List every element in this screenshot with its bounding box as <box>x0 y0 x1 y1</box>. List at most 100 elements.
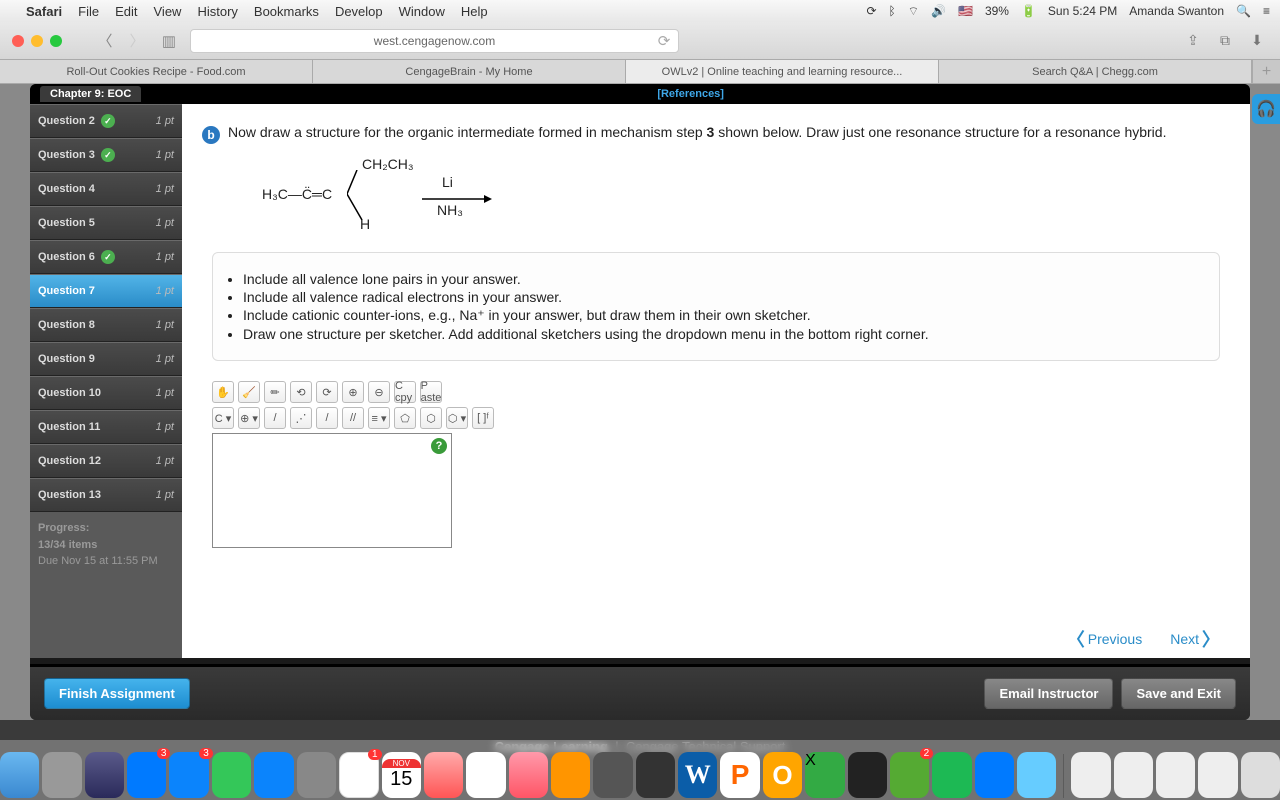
sketcher-tool[interactable]: P aste <box>420 381 442 403</box>
tabs-icon[interactable]: ⧉ <box>1214 30 1236 52</box>
sidebar-item-question-13[interactable]: Question 131 pt <box>30 478 182 512</box>
menu-bookmarks[interactable]: Bookmarks <box>254 4 319 19</box>
email-instructor-button[interactable]: Email Instructor <box>984 678 1113 709</box>
volume-icon[interactable]: 🔊 <box>931 4 946 18</box>
sidebar-item-question-6[interactable]: Question 6✓1 pt <box>30 240 182 274</box>
zoom-icon[interactable] <box>50 35 62 47</box>
sidebar-item-question-12[interactable]: Question 121 pt <box>30 444 182 478</box>
dock-settings-icon[interactable] <box>636 752 675 798</box>
sketcher-tool[interactable]: [ ]ᶠ <box>472 407 494 429</box>
tab-0[interactable]: Roll-Out Cookies Recipe - Food.com <box>0 60 313 83</box>
dock-ibooks-icon[interactable] <box>551 752 590 798</box>
sketcher-canvas[interactable]: ? <box>212 433 452 548</box>
clock[interactable]: Sun 5:24 PM <box>1048 4 1117 18</box>
tab-1[interactable]: CengageBrain - My Home <box>313 60 626 83</box>
menu-edit[interactable]: Edit <box>115 4 137 19</box>
sketcher-tool[interactable]: // <box>342 407 364 429</box>
dock-app2-icon[interactable] <box>593 752 632 798</box>
menu-icon[interactable]: ≡ <box>1263 4 1270 18</box>
sketcher-tool[interactable]: 🧹 <box>238 381 260 403</box>
new-tab-button[interactable]: + <box>1252 60 1280 83</box>
dock-mail-icon[interactable]: 1 <box>339 752 379 798</box>
sketcher-tool[interactable]: ⟳ <box>316 381 338 403</box>
dock-appstore2-icon[interactable] <box>975 752 1014 798</box>
support-headset-icon[interactable]: 🎧 <box>1252 94 1280 124</box>
previous-button[interactable]: 〈Previous <box>1067 626 1142 652</box>
sketcher-tool[interactable]: ⋰ <box>290 407 312 429</box>
dock-excel-icon[interactable]: X <box>805 752 844 798</box>
tab-3[interactable]: Search Q&A | Chegg.com <box>939 60 1252 83</box>
dock-calendar-icon[interactable]: NOV15 <box>382 752 421 798</box>
sidebar-item-question-5[interactable]: Question 51 pt <box>30 206 182 240</box>
sketcher-tool[interactable]: ⬠ <box>394 407 416 429</box>
references-link[interactable]: [References] <box>657 88 724 100</box>
close-icon[interactable] <box>12 35 24 47</box>
sidebar-item-question-4[interactable]: Question 41 pt <box>30 172 182 206</box>
share-icon[interactable]: ⇪ <box>1182 30 1204 52</box>
dock-messages-icon[interactable] <box>254 752 293 798</box>
app-name[interactable]: Safari <box>26 4 62 19</box>
sketcher-tool[interactable]: ✋ <box>212 381 234 403</box>
dock-launchpad-icon[interactable] <box>42 752 81 798</box>
dock-doc2-icon[interactable] <box>1114 752 1153 798</box>
sidebar-item-question-11[interactable]: Question 111 pt <box>30 410 182 444</box>
sketcher-tool[interactable]: ⟲ <box>290 381 312 403</box>
minimize-icon[interactable] <box>31 35 43 47</box>
dock-doc-icon[interactable] <box>1071 752 1110 798</box>
sidebar-item-question-9[interactable]: Question 91 pt <box>30 342 182 376</box>
dock-powerpoint-icon[interactable]: P <box>720 752 759 798</box>
dock-photobooth-icon[interactable] <box>848 752 887 798</box>
sidebar-item-question-8[interactable]: Question 81 pt <box>30 308 182 342</box>
save-and-exit-button[interactable]: Save and Exit <box>1121 678 1236 709</box>
tab-2[interactable]: OWLv2 | Online teaching and learning res… <box>626 60 939 83</box>
sidebar-toggle-icon[interactable]: ▥ <box>158 30 180 52</box>
menu-history[interactable]: History <box>197 4 237 19</box>
downloads-icon[interactable]: ⬇ <box>1246 30 1268 52</box>
back-button[interactable]: 〈 <box>94 30 116 52</box>
sketcher-tool[interactable]: C ▾ <box>212 407 234 429</box>
sketcher-tool[interactable]: ⊕ ▾ <box>238 407 260 429</box>
dock-appstore-icon[interactable]: 3 <box>127 752 166 798</box>
molecule-sketcher[interactable]: ✋🧹✏⟲⟳⊕⊖C cpyP aste C ▾⊕ ▾/⋰///≡ ▾⬠⬡⬡ ▾[ … <box>212 381 1220 548</box>
sketcher-tool[interactable]: C cpy <box>394 381 416 403</box>
sidebar-item-question-3[interactable]: Question 3✓1 pt <box>30 138 182 172</box>
sidebar-item-question-7[interactable]: Question 71 pt <box>30 274 182 308</box>
sketcher-tool[interactable]: ≡ ▾ <box>368 407 390 429</box>
address-bar[interactable]: west.cengagenow.com <box>190 29 679 53</box>
dock-folder-icon[interactable] <box>1017 752 1056 798</box>
dock-app3-icon[interactable]: 2 <box>890 752 929 798</box>
reload-icon[interactable]: ⟳ <box>653 30 675 52</box>
chapter-tab[interactable]: Chapter 9: EOC <box>40 86 141 102</box>
sketcher-tool[interactable]: ⊕ <box>342 381 364 403</box>
menu-window[interactable]: Window <box>399 4 445 19</box>
sketcher-tool[interactable]: / <box>264 407 286 429</box>
flag-icon[interactable]: 🇺🇸 <box>958 4 973 18</box>
help-icon[interactable]: ? <box>431 438 447 454</box>
dock-facetime-icon[interactable] <box>212 752 251 798</box>
user-name[interactable]: Amanda Swanton <box>1129 4 1224 18</box>
sync-icon[interactable]: ⟳ <box>866 4 876 18</box>
wifi-icon[interactable]: ⌔ <box>908 4 919 19</box>
finish-assignment-button[interactable]: Finish Assignment <box>44 678 190 709</box>
battery-icon[interactable]: 🔋 <box>1021 4 1036 18</box>
dock-word-icon[interactable]: W <box>678 752 717 798</box>
sketcher-tool[interactable]: ⬡ <box>420 407 442 429</box>
sketcher-tool[interactable]: ⬡ ▾ <box>446 407 468 429</box>
dock-app-icon[interactable] <box>424 752 463 798</box>
dock-doc4-icon[interactable] <box>1198 752 1237 798</box>
next-button[interactable]: Next〉 <box>1170 626 1220 652</box>
dock-doc3-icon[interactable] <box>1156 752 1195 798</box>
dock-itunes-icon[interactable] <box>509 752 548 798</box>
dock-photos-icon[interactable] <box>466 752 505 798</box>
dock-safari-icon[interactable]: 3 <box>169 752 208 798</box>
spotlight-icon[interactable]: 🔍 <box>1236 4 1251 18</box>
menu-view[interactable]: View <box>154 4 182 19</box>
menu-help[interactable]: Help <box>461 4 488 19</box>
menu-develop[interactable]: Develop <box>335 4 383 19</box>
dock-systemprefs-icon[interactable] <box>297 752 336 798</box>
sketcher-tool[interactable]: ✏ <box>264 381 286 403</box>
menu-file[interactable]: File <box>78 4 99 19</box>
sketcher-tool[interactable]: / <box>316 407 338 429</box>
sidebar-item-question-10[interactable]: Question 101 pt <box>30 376 182 410</box>
dock-office-icon[interactable]: O <box>763 752 802 798</box>
